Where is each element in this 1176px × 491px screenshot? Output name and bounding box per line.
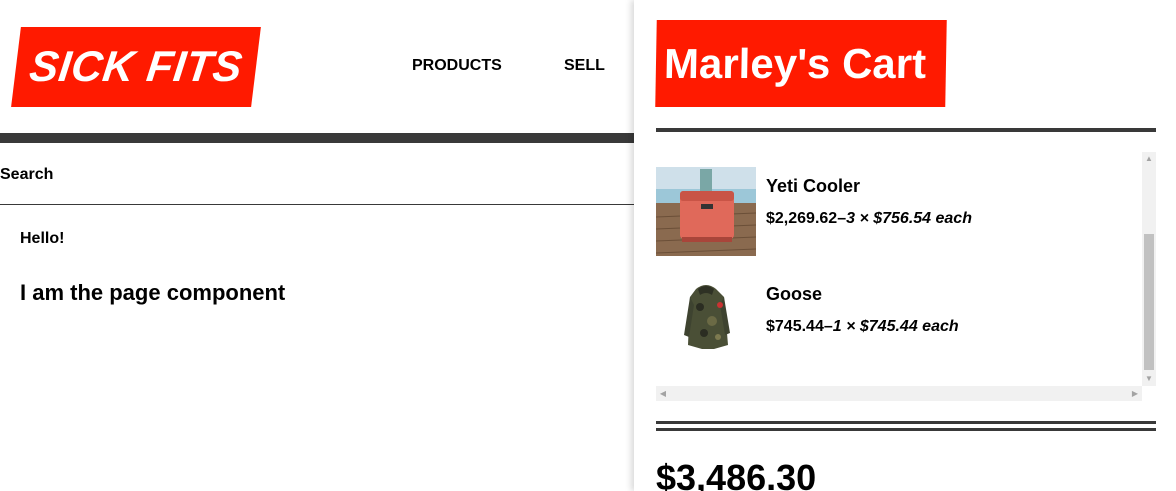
scroll-up-icon[interactable]: ▲ <box>1142 152 1156 166</box>
site-logo[interactable]: SICK FITS <box>11 27 261 107</box>
item-line-total: $745.44 <box>766 318 824 335</box>
item-name: Goose <box>766 284 823 304</box>
cart-item: Yeti Cooler $2,269.62–3 × $756.54 each <box>656 167 1142 257</box>
cart-vertical-scrollbar[interactable]: ▲ ▼ <box>1142 152 1156 386</box>
item-name: Yeti Cooler <box>766 176 861 196</box>
cart-title-banner: Marley's Cart <box>655 20 947 107</box>
nav-sell-link[interactable]: SELL <box>564 57 605 75</box>
cooler-image <box>656 167 756 256</box>
jacket-image <box>656 275 756 364</box>
cart-title: Marley's Cart <box>663 39 927 87</box>
search-label: Search <box>0 166 54 183</box>
item-quantity-breakdown: 3 × $756.54 each <box>846 210 972 227</box>
scroll-right-icon[interactable]: ▶ <box>1128 386 1142 401</box>
cart-panel: Marley's Cart Yeti Cooler $2,269.62–3 × … <box>634 0 1176 491</box>
item-price: $745.44–1 × $745.44 each <box>766 318 959 335</box>
scroll-down-icon[interactable]: ▼ <box>1142 372 1156 386</box>
logo-text: SICK FITS <box>26 42 246 91</box>
search-bar[interactable]: Search <box>0 144 640 205</box>
cart-footer-divider <box>656 428 1156 431</box>
page-heading: I am the page component <box>20 280 286 305</box>
item-price: $2,269.62–3 × $756.54 each <box>766 210 972 227</box>
item-line-total: $2,269.62 <box>766 210 838 227</box>
hello-text: Hello! <box>20 230 65 247</box>
scroll-left-icon[interactable]: ◀ <box>656 386 670 401</box>
cart-header-divider <box>656 128 1156 132</box>
nav-products-link[interactable]: PRODUCTS <box>412 57 502 75</box>
cart-item: Goose $745.44–1 × $745.44 each <box>656 275 1142 365</box>
cart-total: $3,486.30 <box>656 457 817 491</box>
cooler-photo-icon <box>656 167 756 256</box>
scrollbar-thumb[interactable] <box>1144 234 1154 370</box>
cart-footer-divider <box>656 421 1156 424</box>
item-quantity-breakdown: 1 × $745.44 each <box>832 318 959 335</box>
jacket-photo-icon <box>656 275 756 364</box>
cart-items-list[interactable]: Yeti Cooler $2,269.62–3 × $756.54 each G… <box>656 152 1156 401</box>
cart-horizontal-scrollbar[interactable]: ◀ ▶ <box>656 386 1142 401</box>
page-content: Hello! I am the page component <box>20 230 285 306</box>
